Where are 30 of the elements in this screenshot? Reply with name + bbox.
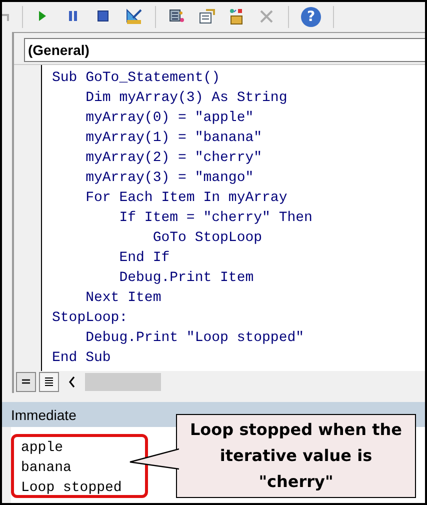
code-line: Dim myArray(3) As String <box>84 90 288 106</box>
code-line: StopLoop: <box>52 310 128 326</box>
lines-icon <box>21 378 31 386</box>
panel-title: Immediate <box>11 406 76 422</box>
code-line: End Sub <box>52 350 111 366</box>
code-line: GoTo StopLoop <box>152 230 262 246</box>
code-line: myArray(2) = "cherry" <box>84 150 262 166</box>
ruler-triangle-icon[interactable] <box>125 8 143 26</box>
code-line: End If <box>118 250 170 266</box>
code-line: Debug.Print "Loop stopped" <box>84 330 304 346</box>
code-line: Next Item <box>84 290 162 306</box>
code-line: myArray(3) = "mango" <box>84 170 254 186</box>
code-line: Debug.Print Item <box>118 270 254 286</box>
properties-icon[interactable] <box>198 8 216 26</box>
code-line: For Each Item In myArray <box>84 190 288 206</box>
code-line: Sub GoTo_Statement() <box>52 70 220 86</box>
output-line: banana <box>21 459 72 478</box>
object-dropdown[interactable]: (General) <box>24 38 425 62</box>
code-line: myArray(1) = "banana" <box>84 130 262 146</box>
code-line: myArray(0) = "apple" <box>84 110 254 126</box>
procedure-view-button[interactable] <box>16 372 36 392</box>
module-view-button[interactable] <box>39 372 59 392</box>
lines-icon <box>44 377 54 387</box>
code-line: If Item = "cherry" Then <box>118 210 312 226</box>
help-button[interactable]: ? <box>301 7 321 27</box>
scroll-left-icon[interactable] <box>68 376 76 388</box>
output-line: apple <box>21 439 64 458</box>
scrollbar-thumb[interactable] <box>85 373 161 391</box>
callout-text: Loop stopped when the iterative value is "cherry" <box>188 419 404 493</box>
output-line: Loop stopped <box>21 479 123 498</box>
